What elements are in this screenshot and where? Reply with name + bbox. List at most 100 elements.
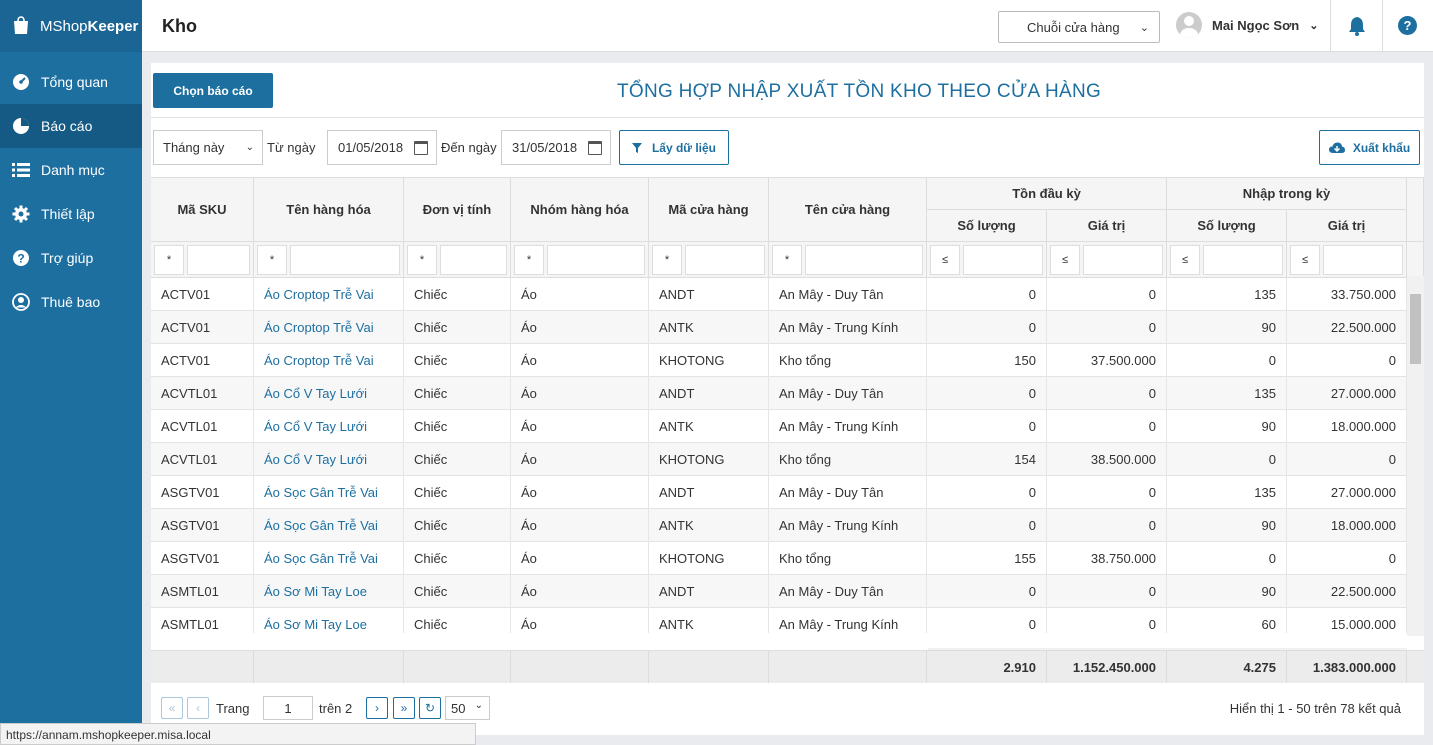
cell-product-group: Áo (511, 410, 649, 443)
cell-store-name: An Mây - Duy Tân (769, 476, 927, 509)
calendar-icon[interactable] (414, 141, 428, 155)
total-opening-value: 1.152.450.000 (1047, 651, 1167, 683)
cell-store-code: ANDT (649, 278, 769, 311)
to-date-input[interactable]: 31/05/2018 (501, 130, 611, 165)
app-logo[interactable]: MShop Keeper (0, 0, 142, 52)
cell-store-name: An Mây - Duy Tân (769, 377, 927, 410)
user-icon (12, 293, 30, 311)
table-row[interactable]: ACTV01 Áo Croptop Trễ Vai Chiếc Áo KHOTONG Kh… (151, 344, 1407, 377)
page-size-select[interactable]: 50 ⌄ (445, 696, 490, 720)
sidebar-item-catalog[interactable]: Danh mục (0, 148, 142, 192)
scrollbar-thumb[interactable] (1410, 294, 1421, 364)
get-data-label: Lấy dữ liệu (651, 140, 717, 155)
vertical-scrollbar[interactable] (1407, 276, 1424, 636)
cell-import-value: 0 (1287, 542, 1407, 575)
sidebar-item-reports[interactable]: Báo cáo (0, 104, 142, 148)
prev-page-button[interactable]: ‹ (187, 697, 209, 719)
cell-opening-qty: 0 (927, 410, 1047, 443)
cell-product-name[interactable]: Áo Croptop Trễ Vai (254, 344, 404, 377)
choose-report-button[interactable]: Chọn báo cáo (153, 73, 273, 108)
cell-product-name[interactable]: Áo Sơ Mi Tay Loe (254, 608, 404, 633)
table-row[interactable]: ACTV01 Áo Croptop Trễ Vai Chiếc Áo ANDT An Mâ… (151, 278, 1407, 311)
table-row[interactable]: ACVTL01 Áo Cổ V Tay Lưới Chiếc Áo ANTK An Mây… (151, 410, 1407, 443)
cell-import-value: 33.750.000 (1287, 278, 1407, 311)
calendar-icon[interactable] (588, 141, 602, 155)
sidebar-item-overview[interactable]: Tổng quan (0, 60, 142, 104)
chevron-down-icon: ⌄ (245, 142, 254, 153)
store-chain-value: Chuỗi cửa hàng (1027, 19, 1120, 35)
column-header-overflow (1407, 178, 1424, 242)
cell-opening-qty: 0 (927, 278, 1047, 311)
cell-import-value: 22.500.000 (1287, 575, 1407, 608)
get-data-button[interactable]: Lấy dữ liệu (619, 130, 729, 165)
store-chain-select[interactable]: Chuỗi cửa hàng ⌄ (998, 11, 1160, 43)
cell-sku: ACTV01 (151, 311, 254, 344)
first-page-button[interactable]: « (161, 697, 183, 719)
cell-product-name[interactable]: Áo Cổ V Tay Lưới (254, 377, 404, 410)
total-import-value: 1.383.000.000 (1287, 651, 1407, 683)
sidebar-item-help[interactable]: ? Trợ giúp (0, 236, 142, 280)
sidebar-item-label: Trợ giúp (41, 250, 94, 266)
export-button[interactable]: Xuất khẩu (1319, 130, 1420, 165)
filter-cell-overflow (1407, 242, 1424, 278)
cell-import-qty: 90 (1167, 311, 1287, 344)
cell-product-name[interactable]: Áo Sọc Gân Trễ Vai (254, 509, 404, 542)
cell-unit: Chiếc (404, 542, 511, 575)
cell-store-name: An Mây - Duy Tân (769, 278, 927, 311)
sidebar-item-label: Báo cáo (41, 118, 93, 134)
sidebar-item-label: Tổng quan (41, 74, 108, 90)
sidebar-item-subscription[interactable]: Thuê bao (0, 280, 142, 324)
cell-import-qty: 90 (1167, 410, 1287, 443)
cell-import-value: 18.000.000 (1287, 509, 1407, 542)
cell-store-code: ANTK (649, 410, 769, 443)
cell-product-name[interactable]: Áo Sọc Gân Trễ Vai (254, 476, 404, 509)
chevron-down-icon: ⌄ (474, 700, 483, 711)
table-row[interactable]: ACVTL01 Áo Cổ V Tay Lưới Chiếc Áo ANDT An Mây… (151, 377, 1407, 410)
cell-product-name[interactable]: Áo Sọc Gân Trễ Vai (254, 542, 404, 575)
table-row[interactable]: ASMTL01 Áo Sơ Mi Tay Loe Chiếc Áo ANDT An Mây… (151, 575, 1407, 608)
cell-product-name[interactable]: Áo Croptop Trễ Vai (254, 311, 404, 344)
table-row[interactable]: ASMTL01 Áo Sơ Mi Tay Loe Chiếc Áo ANTK An Mây… (151, 608, 1407, 633)
from-date-input[interactable]: 01/05/2018 (327, 130, 437, 165)
cell-product-group: Áo (511, 344, 649, 377)
help-button[interactable]: ? (1398, 16, 1417, 35)
page-total-label: trên 2 (319, 701, 353, 716)
cell-product-name[interactable]: Áo Sơ Mi Tay Loe (254, 575, 404, 608)
table-row[interactable]: ACVTL01 Áo Cổ V Tay Lưới Chiếc Áo KHOTONG Kho… (151, 443, 1407, 476)
export-label: Xuất khẩu (1352, 140, 1411, 155)
cell-product-name[interactable]: Áo Croptop Trễ Vai (254, 278, 404, 311)
cell-sku: ASGTV01 (151, 542, 254, 575)
cell-product-name[interactable]: Áo Cổ V Tay Lưới (254, 443, 404, 476)
page-input[interactable]: 1 (263, 696, 313, 720)
sidebar-item-settings[interactable]: Thiết lập (0, 192, 142, 236)
logo-text-bold: Keeper (87, 17, 139, 35)
cell-opening-qty: 0 (927, 509, 1047, 542)
chevron-down-icon: ⌄ (1139, 22, 1149, 34)
cell-sku: ASMTL01 (151, 575, 254, 608)
table-row[interactable]: ACTV01 Áo Croptop Trễ Vai Chiếc Áo ANTK An Mâ… (151, 311, 1407, 344)
bell-icon[interactable] (1348, 16, 1368, 36)
table-row[interactable]: ASGTV01 Áo Sọc Gân Trễ Vai Chiếc Áo ANDT An M… (151, 476, 1407, 509)
period-select[interactable]: Tháng này ⌄ (153, 130, 263, 165)
cell-sku: ASGTV01 (151, 509, 254, 542)
cell-product-name[interactable]: Áo Cổ V Tay Lưới (254, 410, 404, 443)
cell-store-code: KHOTONG (649, 443, 769, 476)
cell-import-qty: 0 (1167, 542, 1287, 575)
cell-unit: Chiếc (404, 509, 511, 542)
cell-product-group: Áo (511, 476, 649, 509)
status-bar-url: https://annam.mshopkeeper.misa.local (0, 723, 476, 745)
last-page-button[interactable]: » (393, 697, 415, 719)
user-menu[interactable]: Mai Ngọc Sơn ⌄ (1176, 12, 1318, 38)
cell-product-group: Áo (511, 377, 649, 410)
cell-store-code: ANDT (649, 476, 769, 509)
table-row[interactable]: ASGTV01 Áo Sọc Gân Trễ Vai Chiếc Áo ANTK An M… (151, 509, 1407, 542)
next-page-button[interactable]: › (366, 697, 388, 719)
page-size-value: 50 (451, 700, 466, 716)
total-store-name (769, 651, 927, 683)
cell-sku: ACVTL01 (151, 410, 254, 443)
cell-product-group: Áo (511, 575, 649, 608)
table-row[interactable]: ASGTV01 Áo Sọc Gân Trễ Vai Chiếc Áo KHOTONG K… (151, 542, 1407, 575)
cell-sku: ASGTV01 (151, 476, 254, 509)
refresh-icon[interactable]: ↻ (419, 697, 441, 719)
cell-opening-value: 37.500.000 (1047, 344, 1167, 377)
